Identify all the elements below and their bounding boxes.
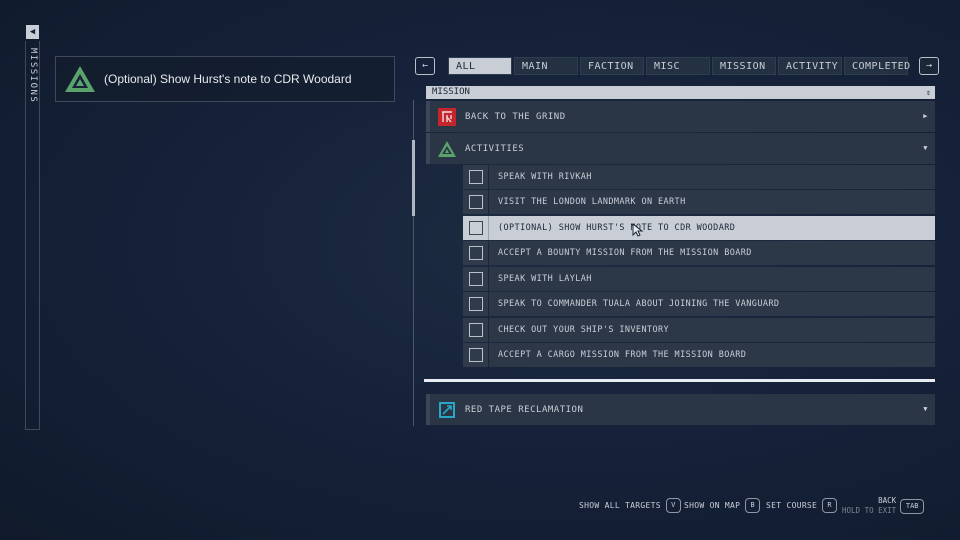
objective-text: ACCEPT A CARGO MISSION FROM THE MISSION … <box>498 350 747 360</box>
missions-rail-label: MISSIONS <box>28 48 38 104</box>
back-hint[interactable]: BACK HOLD TO EXIT TAB <box>842 496 925 516</box>
activity-triangle-icon <box>438 140 456 158</box>
show-all-targets-hint[interactable]: SHOW ALL TARGETS V <box>579 498 681 513</box>
checkbox-cell <box>463 343 489 367</box>
tab-completed[interactable]: COMPLETED <box>844 57 910 75</box>
objective-text: CHECK OUT YOUR SHIP'S INVENTORY <box>498 325 670 335</box>
mission-tabs: ALL MAIN FACTION MISC MISSION ACTIVITY C… <box>448 57 910 75</box>
tab-misc[interactable]: MISC <box>646 57 710 75</box>
objective-checkbox[interactable] <box>468 195 483 209</box>
row-edge <box>426 394 430 425</box>
chevron-right-icon: ▶ <box>923 112 928 120</box>
mission-label: RED TAPE RECLAMATION <box>465 404 584 415</box>
key-r-icon: R <box>822 498 838 513</box>
objective-checkbox[interactable] <box>468 170 483 184</box>
tab-activity[interactable]: ACTIVITY <box>778 57 842 75</box>
objective-text: SPEAK WITH LAYLAH <box>498 274 592 284</box>
tab-prev-button[interactable]: ← <box>415 57 435 75</box>
checkbox-cell <box>463 216 489 240</box>
tab-main[interactable]: MAIN <box>514 57 578 75</box>
faction-emblem-icon <box>438 107 456 126</box>
tab-next-button[interactable]: → <box>919 57 939 75</box>
objective-row[interactable]: ACCEPT A BOUNTY MISSION FROM THE MISSION… <box>463 241 935 265</box>
mission-activities[interactable]: ACTIVITIES ▼ <box>426 133 935 164</box>
mission-square-icon <box>438 401 456 419</box>
activity-triangle-icon <box>65 66 95 92</box>
mission-label: ACTIVITIES <box>465 143 525 154</box>
objective-text: SPEAK WITH RIVKAH <box>498 172 592 182</box>
tab-mission[interactable]: MISSION <box>712 57 776 75</box>
row-edge <box>426 133 430 164</box>
objective-text: VISIT THE LONDON LANDMARK ON EARTH <box>498 197 686 207</box>
sort-icon[interactable]: ⇕ <box>926 86 931 99</box>
chevron-down-icon: ▼ <box>923 144 928 152</box>
chevron-down-icon: ▼ <box>923 405 928 413</box>
scrollbar-thumb[interactable] <box>412 140 415 216</box>
objective-text: (OPTIONAL) SHOW HURST'S NOTE TO CDR WOOD… <box>498 223 736 233</box>
objective-row[interactable]: VISIT THE LONDON LANDMARK ON EARTH <box>463 190 935 214</box>
checkbox-cell <box>463 190 489 214</box>
objective-text: ACCEPT A BOUNTY MISSION FROM THE MISSION… <box>498 248 752 258</box>
hint-label: SET COURSE <box>766 501 818 510</box>
category-header[interactable]: MISSION ⇕ <box>426 86 935 99</box>
show-on-map-hint[interactable]: SHOW ON MAP B <box>684 498 761 513</box>
checkbox-cell <box>463 318 489 342</box>
mission-label: BACK TO THE GRIND <box>465 111 566 122</box>
set-course-hint[interactable]: SET COURSE R <box>766 498 838 513</box>
key-b-icon: B <box>745 498 761 513</box>
category-label: MISSION <box>432 87 470 97</box>
objective-row-selected[interactable]: (OPTIONAL) SHOW HURST'S NOTE TO CDR WOOD… <box>463 216 935 240</box>
objective-row[interactable]: ACCEPT A CARGO MISSION FROM THE MISSION … <box>463 343 935 367</box>
hold-to-exit-label: HOLD TO EXIT <box>842 506 897 515</box>
key-tab-icon: TAB <box>900 498 925 514</box>
objective-text: SPEAK TO COMMANDER TUALA ABOUT JOINING T… <box>498 299 780 309</box>
mouse-cursor-icon <box>632 223 644 237</box>
current-objective-card: (Optional) Show Hurst's note to CDR Wood… <box>55 56 395 102</box>
checkbox-cell <box>463 241 489 265</box>
section-divider <box>424 379 935 382</box>
back-label: BACK <box>878 496 897 505</box>
objective-row[interactable]: SPEAK WITH LAYLAH <box>463 267 935 291</box>
tab-all[interactable]: ALL <box>448 57 512 75</box>
objective-checkbox[interactable] <box>468 297 483 311</box>
hint-label: SHOW ALL TARGETS <box>579 501 661 510</box>
objective-row[interactable]: SPEAK TO COMMANDER TUALA ABOUT JOINING T… <box>463 292 935 316</box>
back-arrow-icon[interactable]: ◀ <box>26 25 39 39</box>
objective-checkbox[interactable] <box>468 323 483 337</box>
objective-row[interactable]: CHECK OUT YOUR SHIP'S INVENTORY <box>463 318 935 342</box>
objective-checkbox[interactable] <box>468 272 483 286</box>
objective-checkbox[interactable] <box>468 246 483 260</box>
objective-checkbox[interactable] <box>468 221 483 235</box>
tab-faction[interactable]: FACTION <box>580 57 644 75</box>
objective-checkbox[interactable] <box>468 348 483 362</box>
mission-back-to-the-grind[interactable]: BACK TO THE GRIND ▶ <box>426 101 935 132</box>
current-objective-text: (Optional) Show Hurst's note to CDR Wood… <box>104 72 352 86</box>
hint-label: SHOW ON MAP <box>684 501 741 510</box>
objective-row[interactable]: SPEAK WITH RIVKAH <box>463 165 935 189</box>
mission-red-tape-reclamation[interactable]: RED TAPE RECLAMATION ▼ <box>426 394 935 425</box>
checkbox-cell <box>463 165 489 189</box>
key-v-icon: V <box>665 498 681 513</box>
row-edge <box>426 101 430 132</box>
checkbox-cell <box>463 267 489 291</box>
checkbox-cell <box>463 292 489 316</box>
